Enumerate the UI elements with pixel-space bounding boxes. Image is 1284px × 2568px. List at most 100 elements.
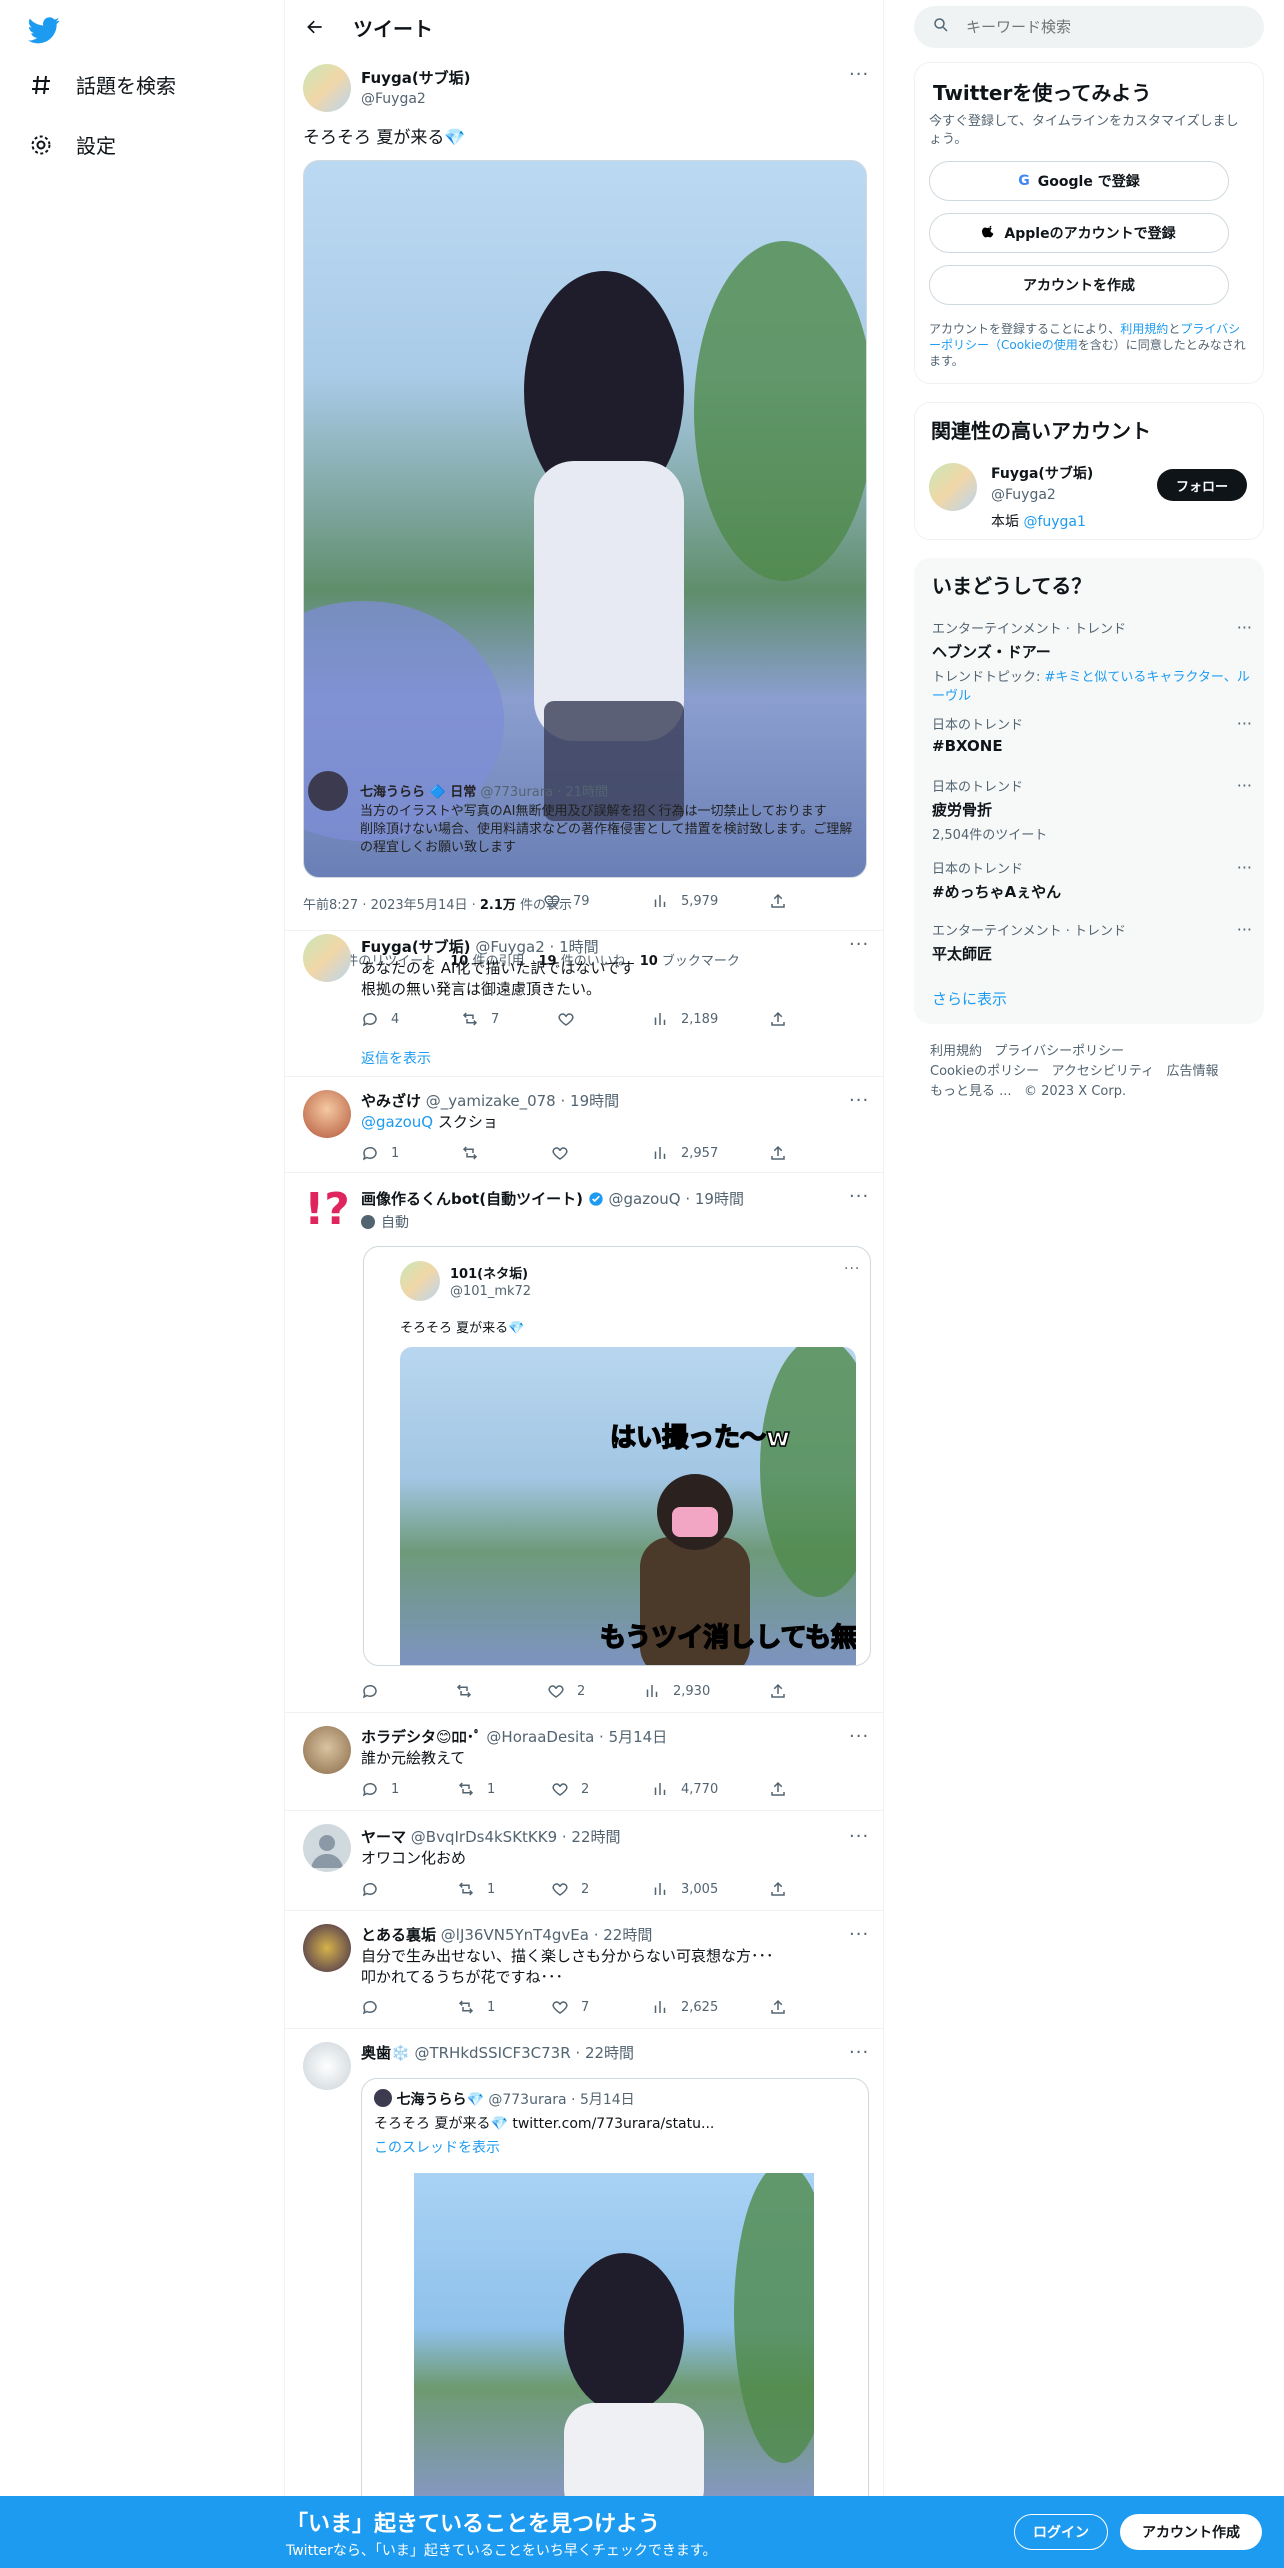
like-action[interactable]: 7 xyxy=(551,1998,589,2016)
share-icon[interactable] xyxy=(769,1144,787,1162)
share-icon[interactable] xyxy=(769,892,787,910)
views-action[interactable]: 2,189 xyxy=(651,1010,718,1028)
avatar[interactable] xyxy=(303,1090,351,1138)
reply-action[interactable] xyxy=(361,1682,379,1700)
more-icon[interactable]: ··· xyxy=(849,934,869,955)
like-action[interactable]: 2 xyxy=(547,1682,585,1700)
avatar[interactable] xyxy=(929,463,977,511)
reply-icon xyxy=(362,2000,377,2015)
login-button[interactable]: ログイン xyxy=(1014,2514,1108,2550)
share-icon[interactable] xyxy=(769,1780,787,1798)
note-views-action[interactable]: 5,979 xyxy=(651,892,718,910)
more-icon[interactable]: ··· xyxy=(1237,618,1252,637)
google-signup-button[interactable]: G Google で登録 xyxy=(929,161,1229,201)
reply-author-handle[interactable]: @Fuyga2 · 1時間 xyxy=(475,938,598,956)
divider xyxy=(285,1076,883,1077)
more-icon[interactable]: ··· xyxy=(1237,920,1252,939)
footer-ads[interactable]: 広告情報 xyxy=(1167,1064,1219,1079)
avatar[interactable] xyxy=(303,934,351,982)
footer-terms[interactable]: 利用規約 xyxy=(930,1044,982,1059)
avatar[interactable] xyxy=(303,2042,351,2090)
more-icon[interactable]: ··· xyxy=(849,1924,869,1945)
views-action[interactable]: 2,957 xyxy=(651,1144,718,1162)
footer-cookie[interactable]: Cookieのポリシー xyxy=(930,1064,1039,1079)
mention-link[interactable]: @gazouQ xyxy=(361,1113,433,1131)
twitter-logo-icon[interactable] xyxy=(28,14,64,44)
trend-item[interactable]: 日本のトレンド 疲労骨折 2,504件のツイート ··· xyxy=(932,776,1252,843)
author-name[interactable]: Fuyga(サブ垢) xyxy=(361,67,471,88)
retweet-action[interactable]: 1 xyxy=(457,1780,495,1798)
share-icon[interactable] xyxy=(769,1998,787,2016)
follow-button[interactable]: フォロー xyxy=(1157,469,1247,501)
views-action[interactable]: 2,625 xyxy=(651,1998,718,2016)
signup-title: Twitterを使ってみよう xyxy=(933,81,1152,105)
reply-action[interactable]: 1 xyxy=(361,1144,399,1162)
terms-link[interactable]: 利用規約 xyxy=(1120,322,1168,336)
reply-action[interactable]: 1 xyxy=(361,1780,399,1798)
more-icon[interactable]: ··· xyxy=(849,1826,869,1847)
nav-explore[interactable]: 話題を検索 xyxy=(28,70,176,99)
show-replies-link[interactable]: 返信を表示 xyxy=(361,1048,431,1068)
back-arrow-icon[interactable] xyxy=(295,7,335,47)
create-account-button[interactable]: アカウントを作成 xyxy=(929,265,1229,305)
apple-signup-button[interactable]: Appleのアカウントで登録 xyxy=(929,213,1229,253)
retweet-action[interactable]: 1 xyxy=(457,1998,495,2016)
show-thread-link[interactable]: このスレッドを表示 xyxy=(374,2137,500,2157)
trend-item[interactable]: エンターテインメント · トレンド 平太師匠 ··· xyxy=(932,920,1252,964)
more-icon[interactable]: ··· xyxy=(849,1726,869,1747)
views-action[interactable]: 4,770 xyxy=(651,1780,718,1798)
quote-tweet-card[interactable]: 七海うらら💎 @773urara · 5月14日 そろそろ 夏が来る💎 twit… xyxy=(361,2078,869,2518)
avatar[interactable] xyxy=(303,1726,351,1774)
like-action[interactable]: 2 xyxy=(551,1880,589,1898)
show-more-link[interactable]: さらに表示 xyxy=(932,988,1007,1009)
like-action[interactable]: 2 xyxy=(551,1780,589,1798)
footer-more[interactable]: もっと見る ... xyxy=(930,1084,1012,1099)
avatar[interactable]: !? xyxy=(303,1186,351,1234)
footer-accessibility[interactable]: アクセシビリティ xyxy=(1052,1064,1155,1079)
more-icon[interactable]: ··· xyxy=(1237,776,1252,795)
retweet-action[interactable] xyxy=(455,1682,473,1700)
share-icon[interactable] xyxy=(769,1880,787,1898)
like-action[interactable] xyxy=(551,1144,569,1162)
more-icon[interactable]: ··· xyxy=(849,64,869,85)
more-icon[interactable]: ··· xyxy=(844,1261,860,1277)
like-action[interactable] xyxy=(557,1010,575,1028)
reply-action[interactable] xyxy=(361,1998,379,2016)
retweet-action[interactable] xyxy=(461,1144,479,1162)
share-icon[interactable] xyxy=(769,1010,787,1028)
retweet-action[interactable]: 7 xyxy=(461,1010,499,1028)
views-action[interactable]: 2,930 xyxy=(643,1682,710,1700)
note-like-action[interactable]: 79 xyxy=(543,892,590,910)
views-action[interactable]: 3,005 xyxy=(651,1880,718,1898)
trend-item[interactable]: エンターテインメント · トレンド ヘブンズ・ドアー トレンドトピック: #キミと… xyxy=(932,618,1252,704)
quote-tweet-card[interactable]: 101(ネタ垢) @101_mk72 ··· そろそろ 夏が来る💎 はい撮った〜… xyxy=(363,1246,871,1666)
stat-bookmarks[interactable]: 10 ブックマーク xyxy=(640,950,740,969)
more-icon[interactable]: ··· xyxy=(1237,714,1252,733)
signup-button[interactable]: アカウント作成 xyxy=(1120,2514,1262,2550)
footer-privacy[interactable]: プライバシーポリシー xyxy=(994,1044,1124,1059)
reply-action[interactable] xyxy=(361,1880,379,1898)
reply-action[interactable]: 4 xyxy=(361,1010,399,1028)
tweet-time[interactable]: 午前8:27 · 2023年5月14日 · xyxy=(303,898,480,913)
trend-item[interactable]: 日本のトレンド #めっちゃAぇやん ··· xyxy=(932,858,1252,902)
default-avatar-icon[interactable] xyxy=(303,1824,351,1872)
search-input[interactable] xyxy=(966,18,1246,36)
tweet-image[interactable]: 七海うらら 🔷 日常 @773urara · 21時間 当方のイラストや写真のA… xyxy=(303,160,867,878)
bio-mention-link[interactable]: @fuyga1 xyxy=(1023,514,1085,530)
reply-author-name[interactable]: Fuyga(サブ垢) xyxy=(361,938,471,956)
retweet-icon xyxy=(458,2000,474,2014)
related-account[interactable]: Fuyga(サブ垢) @Fuyga2 本垢 @fuyga1 xyxy=(991,463,1093,531)
more-icon[interactable]: ··· xyxy=(849,1186,869,1207)
more-icon[interactable]: ··· xyxy=(1237,858,1252,877)
avatar[interactable] xyxy=(303,64,351,112)
more-icon[interactable]: ··· xyxy=(849,1090,869,1111)
nav-settings[interactable]: 設定 xyxy=(28,130,116,159)
retweet-action[interactable]: 1 xyxy=(457,1880,495,1898)
share-icon[interactable] xyxy=(769,1682,787,1700)
avatar[interactable] xyxy=(303,1924,351,1972)
more-icon[interactable]: ··· xyxy=(849,2042,869,2063)
trend-item[interactable]: 日本のトレンド #BXONE ··· xyxy=(932,714,1252,755)
search-bar[interactable] xyxy=(914,6,1264,48)
reply-icon xyxy=(362,1882,377,1897)
author-handle[interactable]: @Fuyga2 xyxy=(361,91,471,107)
